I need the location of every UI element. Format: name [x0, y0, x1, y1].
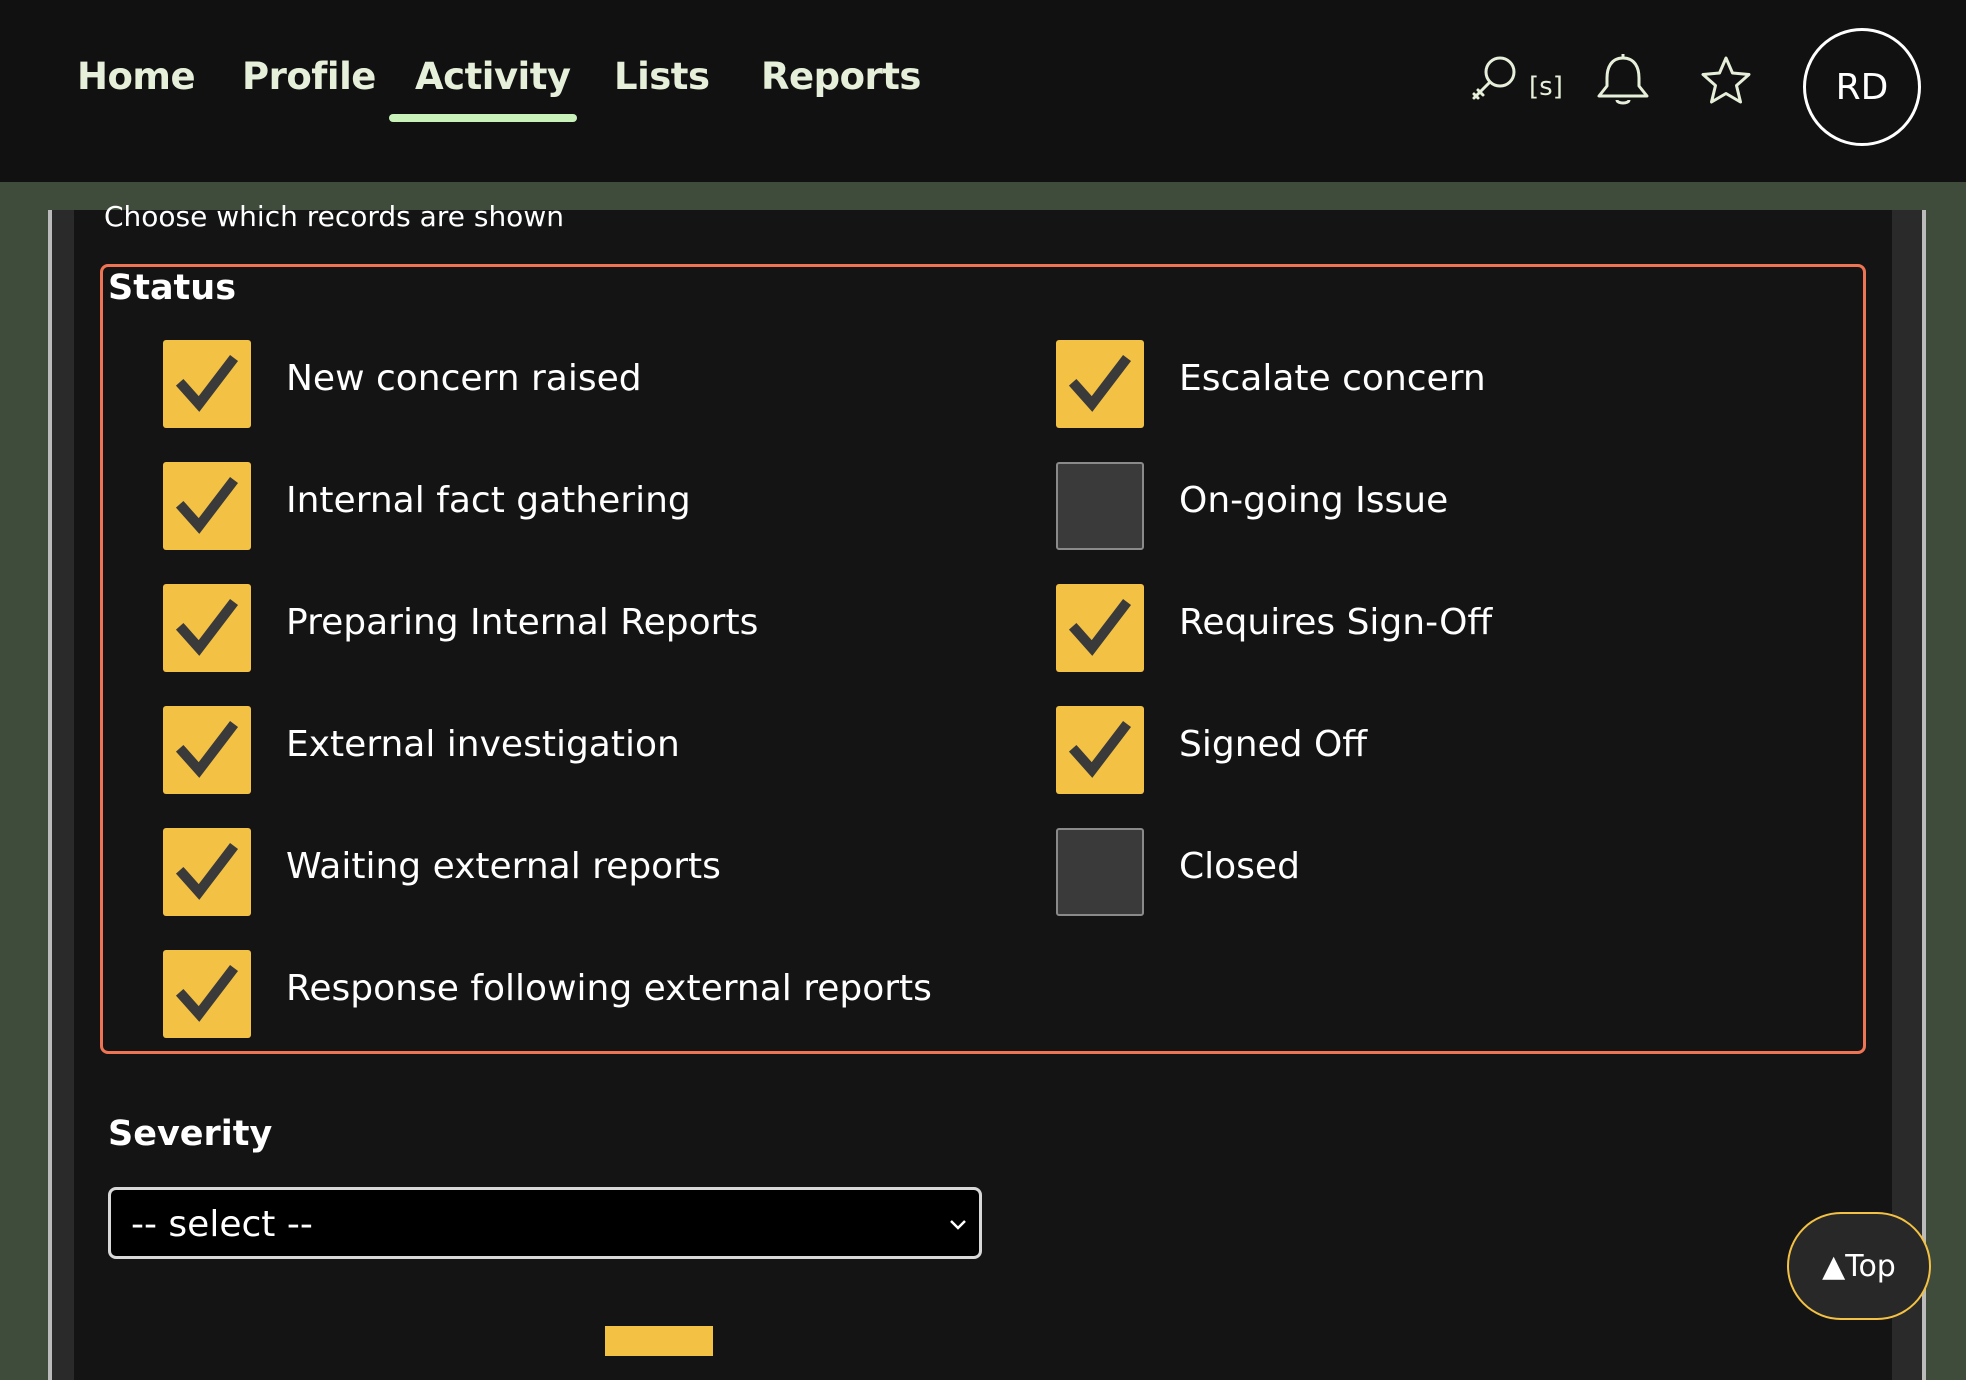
partially-visible-control[interactable] [605, 1326, 713, 1356]
tab-profile[interactable]: Profile [242, 52, 376, 102]
checkbox-checked[interactable] [163, 828, 251, 916]
status-option-label[interactable]: Waiting external reports [286, 846, 721, 887]
back-to-top-button[interactable]: ▲Top [1787, 1212, 1931, 1320]
checkbox-checked[interactable] [163, 462, 251, 550]
status-option-label[interactable]: Preparing Internal Reports [286, 602, 758, 643]
severity-label: Severity [108, 1114, 273, 1154]
tab-lists[interactable]: Lists [614, 52, 710, 102]
back-to-top-label: ▲Top [1822, 1248, 1896, 1284]
tab-reports[interactable]: Reports [761, 52, 921, 102]
tab-home[interactable]: Home [77, 52, 196, 102]
status-option-label[interactable]: Internal fact gathering [286, 480, 691, 521]
chevron-down-icon [947, 1214, 969, 1240]
tab-activity[interactable]: Activity [415, 52, 571, 102]
checkbox-checked[interactable] [163, 340, 251, 428]
status-option-label[interactable]: New concern raised [286, 358, 642, 399]
checkbox-checked[interactable] [1056, 584, 1144, 672]
status-option-label[interactable]: External investigation [286, 724, 680, 765]
filter-hint: Choose which records are shown [104, 200, 564, 233]
active-tab-indicator [389, 114, 577, 122]
status-option-label[interactable]: Escalate concern [1179, 358, 1486, 399]
star-icon[interactable] [1698, 54, 1754, 112]
checkbox-unchecked[interactable] [1056, 828, 1144, 916]
checkbox-checked[interactable] [1056, 340, 1144, 428]
avatar[interactable]: RD [1803, 28, 1921, 146]
status-option-label[interactable]: Closed [1179, 846, 1300, 887]
severity-selected-value: -- select -- [131, 1204, 313, 1245]
checkbox-checked[interactable] [163, 950, 251, 1038]
status-option-label[interactable]: On-going Issue [1179, 480, 1448, 521]
top-navigation-bar: Home Profile Activity Lists Reports [s] … [0, 0, 1966, 182]
checkbox-checked[interactable] [163, 584, 251, 672]
status-legend: Status [108, 268, 237, 308]
checkbox-unchecked[interactable] [1056, 462, 1144, 550]
severity-select[interactable]: -- select -- [108, 1187, 982, 1259]
status-option-label[interactable]: Response following external reports [286, 968, 932, 1009]
search-shortcut-hint: [s] [1529, 72, 1563, 102]
status-option-label[interactable]: Signed Off [1179, 724, 1367, 765]
avatar-initials: RD [1835, 66, 1889, 108]
checkbox-checked[interactable] [163, 706, 251, 794]
search-icon[interactable] [1466, 52, 1520, 110]
checkbox-checked[interactable] [1056, 706, 1144, 794]
bell-icon[interactable] [1593, 52, 1653, 112]
status-option-label[interactable]: Requires Sign-Off [1179, 602, 1492, 643]
